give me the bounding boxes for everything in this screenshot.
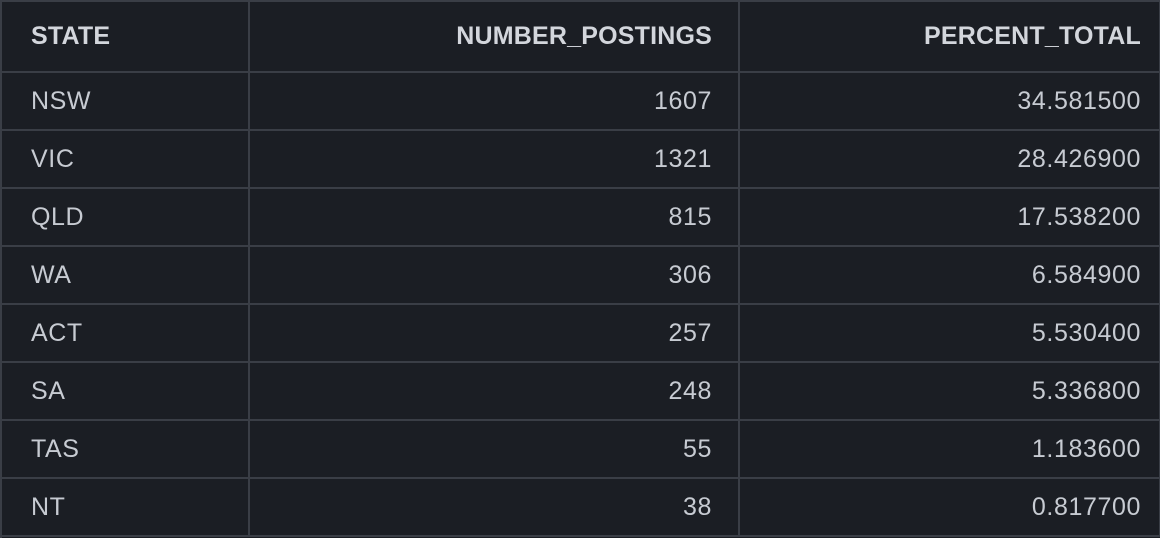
cell-state[interactable]: WA: [2, 246, 250, 305]
cell-percent-total[interactable]: 28.426900: [739, 130, 1160, 189]
column-header-state[interactable]: STATE: [2, 2, 250, 73]
table-row: ACT 257 5.530400: [2, 304, 1160, 363]
cell-percent-total[interactable]: 6.584900: [739, 246, 1160, 305]
cell-state[interactable]: VIC: [2, 130, 250, 189]
cell-number-postings[interactable]: 55: [249, 420, 740, 479]
cell-state[interactable]: NSW: [2, 72, 250, 131]
cell-number-postings[interactable]: 1607: [249, 72, 740, 131]
cell-number-postings[interactable]: 1321: [249, 130, 740, 189]
cell-number-postings[interactable]: 815: [249, 188, 740, 247]
table-row: NSW 1607 34.581500: [2, 72, 1160, 131]
table-row: VIC 1321 28.426900: [2, 130, 1160, 189]
column-header-number-postings[interactable]: NUMBER_POSTINGS: [249, 2, 740, 73]
cell-state[interactable]: NT: [2, 478, 250, 537]
results-grid: STATE NUMBER_POSTINGS PERCENT_TOTAL NSW …: [0, 0, 1160, 538]
cell-state[interactable]: QLD: [2, 188, 250, 247]
cell-number-postings[interactable]: 38: [249, 478, 740, 537]
cell-state[interactable]: SA: [2, 362, 250, 421]
header-row: STATE NUMBER_POSTINGS PERCENT_TOTAL: [2, 2, 1160, 73]
cell-percent-total[interactable]: 34.581500: [739, 72, 1160, 131]
cell-percent-total[interactable]: 1.183600: [739, 420, 1160, 479]
table-row: WA 306 6.584900: [2, 246, 1160, 305]
table-row: NT 38 0.817700: [2, 478, 1160, 537]
cell-state[interactable]: ACT: [2, 304, 250, 363]
cell-percent-total[interactable]: 0.817700: [739, 478, 1160, 537]
column-header-percent-total[interactable]: PERCENT_TOTAL: [739, 2, 1160, 73]
table-row: TAS 55 1.183600: [2, 420, 1160, 479]
cell-percent-total[interactable]: 5.530400: [739, 304, 1160, 363]
cell-percent-total[interactable]: 5.336800: [739, 362, 1160, 421]
table-row: SA 248 5.336800: [2, 362, 1160, 421]
cell-state[interactable]: TAS: [2, 420, 250, 479]
cell-number-postings[interactable]: 257: [249, 304, 740, 363]
cell-number-postings[interactable]: 248: [249, 362, 740, 421]
table-row: QLD 815 17.538200: [2, 188, 1160, 247]
results-table: STATE NUMBER_POSTINGS PERCENT_TOTAL NSW …: [2, 2, 1160, 537]
cell-percent-total[interactable]: 17.538200: [739, 188, 1160, 247]
cell-number-postings[interactable]: 306: [249, 246, 740, 305]
